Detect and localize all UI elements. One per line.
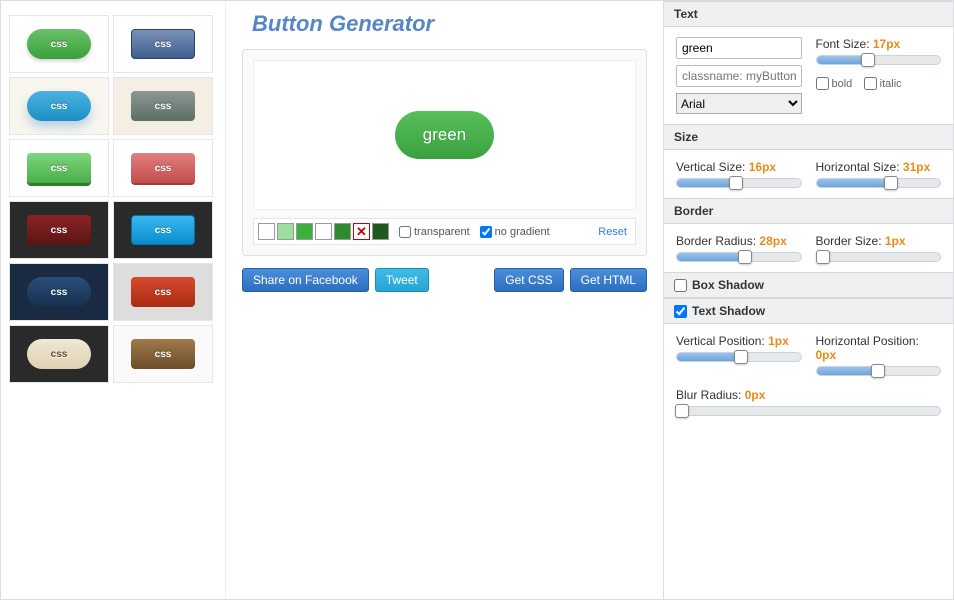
font-size-slider[interactable] (816, 55, 942, 65)
tweet-button[interactable]: Tweet (375, 268, 429, 292)
ts-blur-label: Blur Radius: 0px (676, 388, 941, 402)
preset-button-3: css (131, 91, 195, 121)
preview-stage: green (253, 60, 636, 210)
preset-cell-6[interactable]: css (9, 201, 109, 259)
color-swatch-4[interactable] (334, 223, 351, 240)
section-header-size: Size (664, 124, 953, 150)
app-root: css css css css css css css css css css css css But… (0, 0, 954, 600)
preset-cell-9[interactable]: css (113, 263, 213, 321)
text-shadow-toggle[interactable] (674, 305, 687, 318)
preset-cell-5[interactable]: css (113, 139, 213, 197)
section-body-size: Vertical Size: 16px Horizontal Size: 31p… (664, 150, 953, 198)
preset-button-8: css (27, 277, 91, 307)
preset-button-0: css (27, 29, 91, 59)
share-facebook-button[interactable]: Share on Facebook (242, 268, 369, 292)
vsize-label: Vertical Size: 16px (676, 160, 802, 174)
bsize-label: Border Size: 1px (816, 234, 942, 248)
font-family-select[interactable]: Arial (676, 93, 802, 114)
color-swatch-0[interactable] (258, 223, 275, 240)
hsize-slider[interactable] (816, 178, 942, 188)
vsize-slider[interactable] (676, 178, 802, 188)
ts-hpos-label: Horizontal Position: 0px (816, 334, 942, 362)
preset-cell-0[interactable]: css (9, 15, 109, 73)
preset-button-7: css (131, 215, 195, 245)
preset-cell-11[interactable]: css (113, 325, 213, 383)
color-swatch-1[interactable] (277, 223, 294, 240)
preview-button: green (395, 111, 494, 159)
main-area: Button Generator green ✕ transparent no gr… (226, 1, 663, 599)
section-body-border: Border Radius: 28px Border Size: 1px (664, 224, 953, 272)
italic-checkbox[interactable]: italic (864, 77, 902, 90)
bold-checkbox[interactable]: bold (816, 77, 853, 90)
hsize-label: Horizontal Size: 31px (816, 160, 942, 174)
preset-button-6: css (27, 215, 91, 245)
reset-link[interactable]: Reset (598, 226, 631, 238)
section-body-text: Arial Font Size: 17px bold italic (664, 27, 953, 124)
preset-cell-8[interactable]: css (9, 263, 109, 321)
preset-button-9: css (131, 277, 195, 307)
section-header-box-shadow[interactable]: Box Shadow (664, 272, 953, 298)
preset-button-1: css (131, 29, 195, 59)
get-css-button[interactable]: Get CSS (494, 268, 563, 292)
ts-vpos-slider[interactable] (676, 352, 802, 362)
color-swatch-2[interactable] (296, 223, 313, 240)
preset-cell-7[interactable]: css (113, 201, 213, 259)
transparent-checkbox[interactable]: transparent (399, 226, 470, 238)
preset-button-4: css (27, 153, 91, 183)
preset-button-10: css (27, 339, 91, 369)
box-shadow-toggle[interactable] (674, 279, 687, 292)
preset-button-2: css (27, 91, 91, 121)
action-row: Share on Facebook Tweet Get CSS Get HTML (242, 268, 647, 292)
section-body-text-shadow: Vertical Position: 1px Horizontal Positi… (664, 324, 953, 426)
color-swatch-6[interactable] (372, 223, 389, 240)
no-gradient-checkbox[interactable]: no gradient (480, 226, 550, 238)
ts-vpos-label: Vertical Position: 1px (676, 334, 802, 348)
preset-cell-1[interactable]: css (113, 15, 213, 73)
preset-cell-3[interactable]: css (113, 77, 213, 135)
color-swatch-3[interactable] (315, 223, 332, 240)
preset-cell-4[interactable]: css (9, 139, 109, 197)
get-html-button[interactable]: Get HTML (570, 268, 647, 292)
ts-hpos-slider[interactable] (816, 366, 942, 376)
button-text-input[interactable] (676, 37, 802, 59)
preset-button-11: css (131, 339, 195, 369)
section-header-border: Border (664, 198, 953, 224)
preset-button-5: css (131, 153, 195, 183)
config-panel: Text Arial Font Size: 17px bold italic S… (663, 1, 953, 599)
ts-blur-slider[interactable] (676, 406, 941, 416)
color-swatch-5[interactable]: ✕ (353, 223, 370, 240)
font-size-label: Font Size: 17px (816, 37, 942, 51)
classname-input[interactable] (676, 65, 802, 87)
preset-grid: css css css css css css css css css css css css (9, 15, 217, 383)
page-title: Button Generator (252, 11, 647, 37)
preview-controls: ✕ transparent no gradient Reset (253, 218, 636, 245)
radius-label: Border Radius: 28px (676, 234, 802, 248)
section-header-text-shadow[interactable]: Text Shadow (664, 298, 953, 324)
preset-cell-10[interactable]: css (9, 325, 109, 383)
preset-sidebar: css css css css css css css css css css css css (1, 1, 226, 599)
bsize-slider[interactable] (816, 252, 942, 262)
preset-cell-2[interactable]: css (9, 77, 109, 135)
preview-panel: green ✕ transparent no gradient Reset (242, 49, 647, 256)
section-header-text: Text (664, 1, 953, 27)
radius-slider[interactable] (676, 252, 802, 262)
